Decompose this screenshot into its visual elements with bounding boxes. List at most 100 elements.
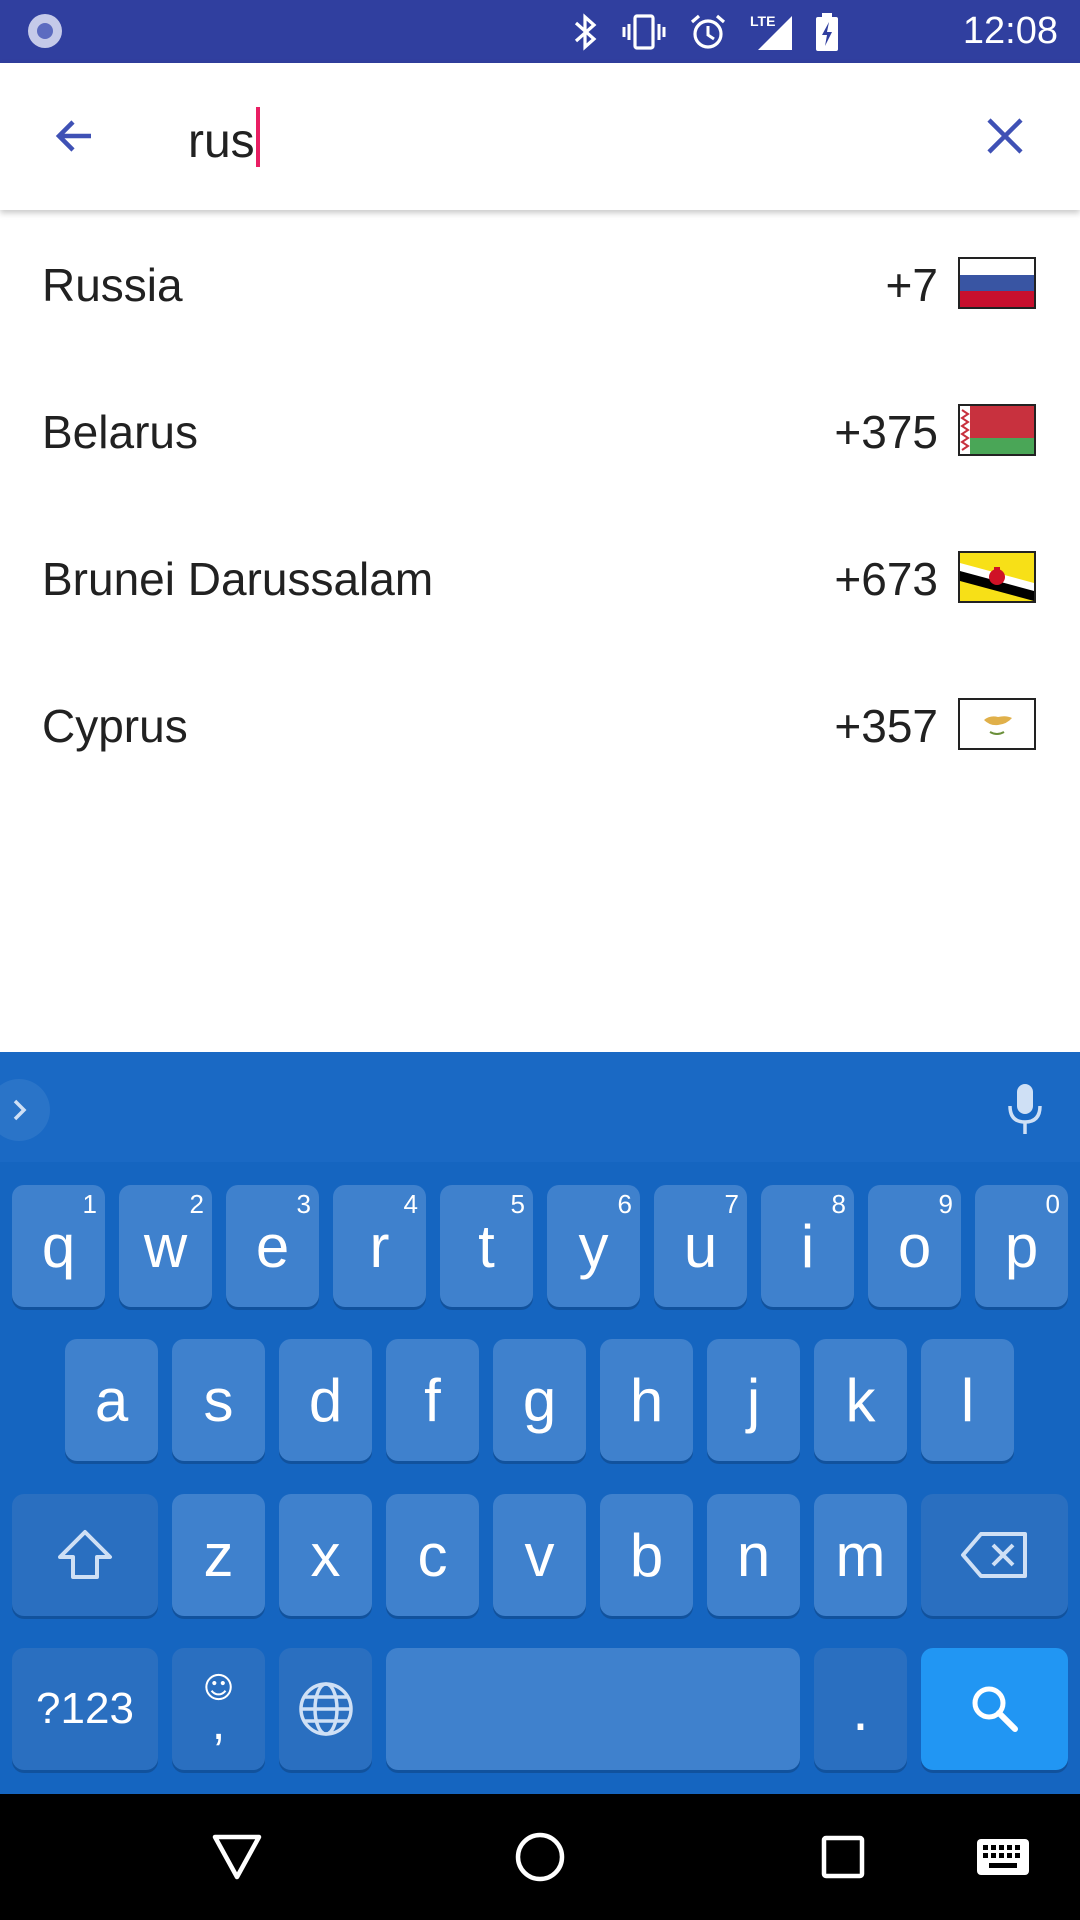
key-o[interactable]: o9 <box>868 1185 961 1307</box>
country-name: Brunei Darussalam <box>42 553 434 605</box>
key-label: c <box>417 1521 448 1589</box>
voice-input-button[interactable] <box>1000 1082 1050 1138</box>
navigation-bar <box>0 1794 1080 1920</box>
comma-emoji-key[interactable]: ☺ , <box>172 1648 265 1770</box>
key-label: . <box>852 1675 869 1743</box>
home-nav-button[interactable] <box>505 1822 575 1892</box>
key-label: l <box>960 1366 975 1434</box>
lte-signal-icon: LTE <box>748 12 794 52</box>
key-label: s <box>203 1366 234 1434</box>
shift-icon <box>58 1530 112 1579</box>
status-time: 12:08 <box>962 10 1058 52</box>
key-label: i <box>800 1212 815 1280</box>
key-a[interactable]: a <box>65 1339 158 1461</box>
globe-icon <box>298 1682 353 1736</box>
key-label: p <box>1004 1212 1039 1280</box>
key-hint: 5 <box>510 1189 525 1219</box>
keyboard-switch-button[interactable] <box>968 1822 1038 1892</box>
backspace-icon <box>960 1532 1027 1578</box>
key-hint: 9 <box>938 1189 953 1219</box>
status-icons: LTE <box>572 10 840 54</box>
close-icon <box>987 118 1023 154</box>
country-name: Cyprus <box>42 700 188 752</box>
key-label: u <box>683 1212 718 1280</box>
space-key[interactable] <box>386 1648 800 1770</box>
arrow-back-icon <box>55 120 91 152</box>
key-x[interactable]: x <box>279 1494 372 1616</box>
key-l[interactable]: l <box>921 1339 1014 1461</box>
language-key[interactable] <box>279 1648 372 1770</box>
key-f[interactable]: f <box>386 1339 479 1461</box>
bluetooth-icon <box>572 12 600 52</box>
key-c[interactable]: c <box>386 1494 479 1616</box>
key-g[interactable]: g <box>493 1339 586 1461</box>
key-label: t <box>478 1212 495 1280</box>
key-p[interactable]: p0 <box>975 1185 1068 1307</box>
chevron-right-icon <box>13 1099 27 1121</box>
country-code: +673 <box>834 553 938 605</box>
key-hint: 8 <box>831 1189 846 1219</box>
key-r[interactable]: r4 <box>333 1185 426 1307</box>
key-b[interactable]: b <box>600 1494 693 1616</box>
search-bar: rus <box>0 63 1080 210</box>
key-hint: 2 <box>189 1189 204 1219</box>
key-k[interactable]: k <box>814 1339 907 1461</box>
key-n[interactable]: n <box>707 1494 800 1616</box>
home-circle-icon <box>515 1832 565 1882</box>
clear-search-button[interactable] <box>972 103 1038 169</box>
keyboard-toolbar <box>0 1052 1080 1162</box>
key-q[interactable]: q1 <box>12 1185 105 1307</box>
country-code: +7 <box>885 259 938 311</box>
key-m[interactable]: m <box>814 1494 907 1616</box>
key-hint: 0 <box>1045 1189 1060 1219</box>
recents-square-icon <box>821 1835 865 1879</box>
battery-charging-icon <box>814 11 840 53</box>
key-v[interactable]: v <box>493 1494 586 1616</box>
key-d[interactable]: d <box>279 1339 372 1461</box>
country-results-list: Russia +7 Belarus +375 Brunei Darussalam… <box>0 210 1080 798</box>
key-label: m <box>835 1521 886 1589</box>
cyprus-flag <box>958 698 1036 750</box>
key-h[interactable]: h <box>600 1339 693 1461</box>
country-code: +357 <box>834 700 938 752</box>
key-u[interactable]: u7 <box>654 1185 747 1307</box>
key-s[interactable]: s <box>172 1339 265 1461</box>
search-input[interactable]: rus <box>188 107 260 171</box>
app-notification-icon <box>28 14 62 48</box>
key-t[interactable]: t5 <box>440 1185 533 1307</box>
back-button[interactable] <box>42 103 108 169</box>
key-label: n <box>736 1521 771 1589</box>
search-icon <box>972 1686 1018 1732</box>
key-y[interactable]: y6 <box>547 1185 640 1307</box>
key-label: f <box>424 1366 441 1434</box>
symbols-key[interactable]: ?123 <box>12 1648 158 1770</box>
key-label: o <box>897 1212 932 1280</box>
search-action-key[interactable] <box>921 1648 1068 1770</box>
key-label: x <box>310 1521 341 1589</box>
key-label: e <box>255 1212 290 1280</box>
list-item-belarus[interactable]: Belarus +375 <box>0 357 1080 504</box>
backspace-key[interactable] <box>921 1494 1068 1616</box>
key-e[interactable]: e3 <box>226 1185 319 1307</box>
country-code: +375 <box>834 406 938 458</box>
country-name: Belarus <box>42 406 198 458</box>
key-z[interactable]: z <box>172 1494 265 1616</box>
list-item-russia[interactable]: Russia +7 <box>0 210 1080 357</box>
back-nav-button[interactable] <box>202 1822 272 1892</box>
key-label: a <box>94 1366 129 1434</box>
expand-suggestions-button[interactable] <box>0 1079 50 1141</box>
key-i[interactable]: i8 <box>761 1185 854 1307</box>
shift-key[interactable] <box>12 1494 158 1616</box>
key-label: v <box>524 1521 555 1589</box>
svg-text:LTE: LTE <box>750 13 775 29</box>
text-cursor <box>255 107 260 167</box>
list-item-cyprus[interactable]: Cyprus +357 <box>0 651 1080 798</box>
key-label: j <box>746 1366 761 1434</box>
recents-nav-button[interactable] <box>808 1822 878 1892</box>
period-key[interactable]: . <box>814 1648 907 1770</box>
key-hint: 4 <box>403 1189 418 1219</box>
key-w[interactable]: w2 <box>119 1185 212 1307</box>
key-j[interactable]: j <box>707 1339 800 1461</box>
list-item-brunei[interactable]: Brunei Darussalam +673 <box>0 504 1080 651</box>
key-hint: 3 <box>296 1189 311 1219</box>
